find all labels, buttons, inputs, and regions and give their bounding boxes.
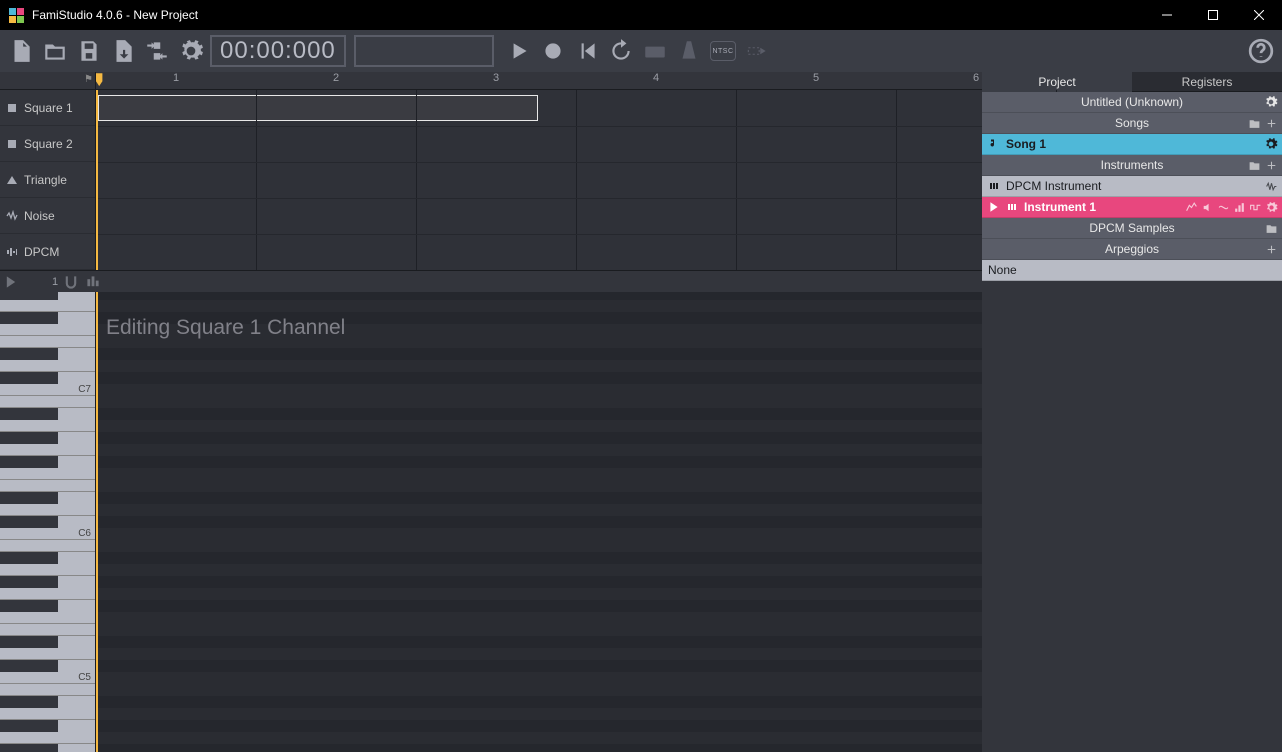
- noise-icon: [6, 210, 18, 222]
- pianoroll-toolbar: 1: [0, 270, 982, 292]
- track-label-row[interactable]: DPCM: [0, 234, 95, 270]
- duty-icon[interactable]: [1249, 201, 1262, 214]
- square-icon: [6, 102, 18, 114]
- import-icon[interactable]: [1248, 117, 1261, 130]
- pitch-icon[interactable]: [1217, 201, 1230, 214]
- sequencer-ruler[interactable]: ⚑ 1 2 3 4 5 6: [0, 72, 982, 90]
- add-icon[interactable]: [1265, 159, 1278, 172]
- ruler-tick: 1: [173, 72, 179, 84]
- tab-registers[interactable]: Registers: [1132, 72, 1282, 92]
- arpeggio-none-row[interactable]: None: [982, 260, 1282, 281]
- add-icon[interactable]: [1265, 117, 1278, 130]
- import-icon[interactable]: [1265, 222, 1278, 235]
- songs-header: Songs: [982, 113, 1282, 134]
- instrument-icon: [988, 180, 1000, 192]
- track-name: Triangle: [24, 173, 67, 187]
- track-labels: Square 1 Square 2 Triangle Noise DPCM: [0, 90, 96, 270]
- save-file-button[interactable]: [74, 36, 104, 66]
- dpcm-instrument-row[interactable]: DPCM Instrument: [982, 176, 1282, 197]
- piano-keys[interactable]: C7C6C5C4C3C2: [0, 292, 96, 752]
- machine-button[interactable]: NTSC: [708, 36, 738, 66]
- tab-project[interactable]: Project: [982, 72, 1132, 92]
- ruler-tick: 4: [653, 72, 659, 84]
- octave-label: C7: [78, 384, 91, 395]
- app-icon: [8, 7, 24, 23]
- sequencer-playhead: [96, 90, 98, 270]
- open-file-button[interactable]: [40, 36, 70, 66]
- octave-label: C6: [78, 528, 91, 539]
- gear-icon[interactable]: [1264, 95, 1278, 109]
- loop-button[interactable]: [606, 36, 636, 66]
- help-button[interactable]: [1246, 36, 1276, 66]
- record-button[interactable]: [538, 36, 568, 66]
- ruler-tick: 5: [813, 72, 819, 84]
- maximize-button[interactable]: [1190, 0, 1236, 30]
- project-panel: Project Registers Untitled (Unknown) Son…: [982, 72, 1282, 752]
- play-from-icon[interactable]: [4, 275, 18, 289]
- envelope-icon[interactable]: [1185, 201, 1198, 214]
- editing-channel-label: Editing Square 1 Channel: [106, 316, 345, 340]
- track-label-row[interactable]: Square 1: [0, 90, 95, 126]
- track-label-row[interactable]: Square 2: [0, 126, 95, 162]
- triangle-icon: [6, 174, 18, 186]
- playhead-marker-icon[interactable]: [96, 72, 104, 89]
- qwerty-button[interactable]: [640, 36, 670, 66]
- track-name: Square 2: [24, 137, 73, 151]
- minimize-button[interactable]: [1144, 0, 1190, 30]
- project-name-row[interactable]: Untitled (Unknown): [982, 92, 1282, 113]
- snap-value[interactable]: 1: [52, 276, 58, 288]
- waveform-icon[interactable]: [1265, 180, 1278, 193]
- toolbar: 00:00:000 NTSC: [0, 30, 1282, 72]
- settings-button[interactable]: [176, 36, 206, 66]
- arpeggios-header: Arpeggios: [982, 239, 1282, 260]
- snap-icon[interactable]: [64, 275, 78, 289]
- gear-icon[interactable]: [1265, 201, 1278, 214]
- transform-button[interactable]: [142, 36, 172, 66]
- loop-flag-icon[interactable]: ⚑: [84, 74, 93, 85]
- ruler-tick: 6: [973, 72, 979, 84]
- dpcm-samples-header: DPCM Samples: [982, 218, 1282, 239]
- arpeggio-icon[interactable]: [1233, 201, 1246, 214]
- instruments-header: Instruments: [982, 155, 1282, 176]
- track-name: Square 1: [24, 101, 73, 115]
- volume-icon[interactable]: [1201, 201, 1214, 214]
- add-icon[interactable]: [1265, 243, 1278, 256]
- track-name: Noise: [24, 209, 55, 223]
- new-file-button[interactable]: [6, 36, 36, 66]
- titlebar: FamiStudio 4.0.6 - New Project: [0, 0, 1282, 30]
- gear-icon[interactable]: [1264, 137, 1278, 151]
- oscilloscope-display[interactable]: [354, 35, 494, 67]
- ruler-tick: 2: [333, 72, 339, 84]
- window-title: FamiStudio 4.0.6 - New Project: [32, 8, 1144, 22]
- octave-label: C5: [78, 672, 91, 683]
- square-icon: [6, 138, 18, 150]
- pattern-selection[interactable]: [98, 95, 538, 121]
- pianoroll-grid[interactable]: Editing Square 1 Channel 1.11.21.31.42.1…: [96, 292, 982, 752]
- play-button[interactable]: [504, 36, 534, 66]
- effects-icon[interactable]: [86, 275, 100, 289]
- follow-button[interactable]: [742, 36, 772, 66]
- close-button[interactable]: [1236, 0, 1282, 30]
- instrument-icon: [1006, 201, 1018, 213]
- track-name: DPCM: [24, 245, 59, 259]
- play-icon[interactable]: [988, 201, 1000, 213]
- track-label-row[interactable]: Triangle: [0, 162, 95, 198]
- pianoroll-playhead: [96, 292, 98, 752]
- export-button[interactable]: [108, 36, 138, 66]
- song-row[interactable]: Song 1: [982, 134, 1282, 155]
- ruler-tick: 3: [493, 72, 499, 84]
- track-label-row[interactable]: Noise: [0, 198, 95, 234]
- instrument-row-selected[interactable]: Instrument 1: [982, 197, 1282, 218]
- sequencer-grid[interactable]: [96, 90, 982, 270]
- dpcm-icon: [6, 246, 18, 258]
- rewind-button[interactable]: [572, 36, 602, 66]
- metronome-button[interactable]: [674, 36, 704, 66]
- music-note-icon: [988, 138, 1000, 150]
- timecode-display[interactable]: 00:00:000: [210, 35, 346, 67]
- import-icon[interactable]: [1248, 159, 1261, 172]
